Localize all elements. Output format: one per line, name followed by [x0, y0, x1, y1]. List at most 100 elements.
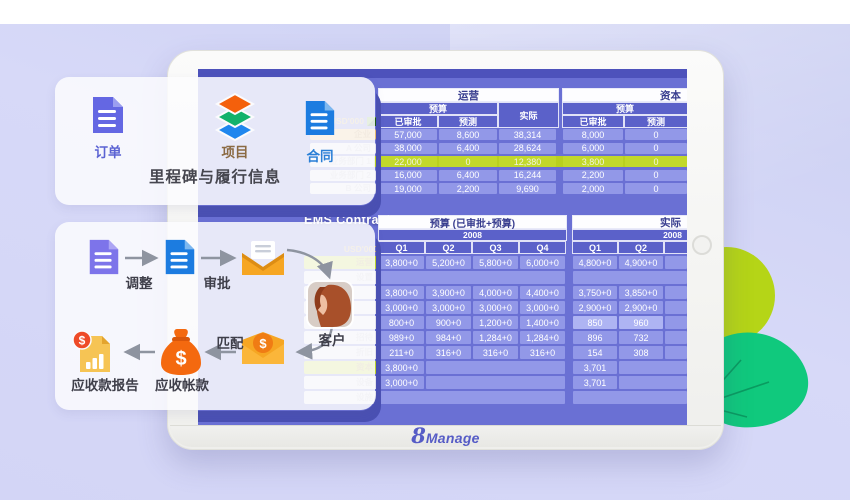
table-cell[interactable]: 38,000	[379, 143, 437, 154]
table-cell[interactable]	[619, 361, 687, 374]
table-cell[interactable]: 8,600	[439, 129, 497, 140]
table-cell[interactable]: 3,000+0	[426, 301, 471, 314]
table-cell[interactable]: 57,000	[379, 129, 437, 140]
table-row[interactable]: 3,701	[573, 361, 687, 374]
table-cell[interactable]: 4,800+0	[573, 256, 617, 269]
table-cell[interactable]: 984+0	[426, 331, 471, 344]
table-row[interactable]: 2,0000	[563, 183, 687, 194]
table-cell[interactable]: 2,900+0	[619, 301, 663, 314]
table-cell[interactable]	[573, 271, 687, 284]
table-row[interactable]: 3,750+03,850+0	[573, 286, 687, 299]
table-cell[interactable]	[665, 346, 687, 359]
table-cell[interactable]: 3,850+0	[619, 286, 663, 299]
table-cell[interactable]: 732	[619, 331, 663, 344]
table-cell[interactable]	[665, 256, 687, 269]
table-row[interactable]: 3,800+03,900+04,000+04,400+0	[379, 286, 565, 299]
table-cell[interactable]: 3,000+0	[520, 301, 565, 314]
table-row[interactable]	[573, 271, 687, 284]
table-cell[interactable]: 3,800+0	[379, 256, 424, 269]
table-row[interactable]: 3,000+0	[379, 376, 565, 389]
table-cell[interactable]	[665, 331, 687, 344]
table-cell[interactable]: 308	[619, 346, 663, 359]
table-row[interactable]: 989+0984+01,284+01,284+0	[379, 331, 565, 344]
table-cell[interactable]: 0	[625, 183, 687, 194]
table-cell[interactable]: 3,800+0	[379, 361, 424, 374]
table-cell[interactable]: 896	[573, 331, 617, 344]
table-cell[interactable]: 2,200	[563, 170, 623, 181]
table-cell[interactable]: 900+0	[426, 316, 471, 329]
table-cell[interactable]: 316+0	[473, 346, 518, 359]
table-cell[interactable]: 5,800+0	[473, 256, 518, 269]
table-cell[interactable]: 4,000+0	[473, 286, 518, 299]
table-cell[interactable]: 3,900+0	[426, 286, 471, 299]
table-row[interactable]	[573, 391, 687, 404]
table-cell[interactable]: 9,690	[499, 183, 556, 194]
table-cell[interactable]: 0	[439, 156, 497, 167]
table-row[interactable]: 896732	[573, 331, 687, 344]
table-cell[interactable]	[426, 376, 565, 389]
table-row[interactable]: 3,800+05,200+05,800+06,000+0	[379, 256, 565, 269]
table-row[interactable]: 154308	[573, 346, 687, 359]
table-cell[interactable]: 6,000+0	[520, 256, 565, 269]
table-cell[interactable]: 28,624	[499, 143, 556, 154]
table-cell[interactable]: 5,200+0	[426, 256, 471, 269]
table-cell[interactable]: 0	[625, 143, 687, 154]
table-cell[interactable]: 4,400+0	[520, 286, 565, 299]
table-row[interactable]: 4,800+04,900+0	[573, 256, 687, 269]
table-cell[interactable]: 6,400	[439, 143, 497, 154]
table-cell[interactable]: 211+0	[379, 346, 424, 359]
table-cell[interactable]: 1,200+0	[473, 316, 518, 329]
table-cell[interactable]: 0	[625, 129, 687, 140]
table-row[interactable]: 16,0006,40016,244	[379, 170, 556, 181]
table-cell[interactable]: 12,380	[499, 156, 556, 167]
table-cell[interactable]: 1,284+0	[473, 331, 518, 344]
table-row[interactable]: 6,0000	[563, 143, 687, 154]
table-cell[interactable]: 3,800+0	[379, 286, 424, 299]
table-cell[interactable]	[665, 316, 687, 329]
table-cell[interactable]: 3,800	[563, 156, 623, 167]
table-cell[interactable]: 3,000+0	[379, 301, 424, 314]
table-row[interactable]	[379, 271, 565, 284]
table-cell[interactable]	[379, 391, 565, 404]
table-cell[interactable]: 16,244	[499, 170, 556, 181]
table-cell[interactable]: 16,000	[379, 170, 437, 181]
table-row[interactable]: 850960	[573, 316, 687, 329]
table-cell[interactable]: 19,000	[379, 183, 437, 194]
table-cell[interactable]: 6,400	[439, 170, 497, 181]
table-cell[interactable]: 0	[625, 156, 687, 167]
table-cell[interactable]	[665, 286, 687, 299]
table-row[interactable]: 800+0900+01,200+01,400+0	[379, 316, 565, 329]
table-cell[interactable]: 2,900+0	[573, 301, 617, 314]
table-cell[interactable]: 2,000	[563, 183, 623, 194]
table-cell[interactable]: 3,701	[573, 361, 617, 374]
table-cell[interactable]: 1,400+0	[520, 316, 565, 329]
table-cell[interactable]: 0	[625, 170, 687, 181]
table-cell[interactable]: 4,900+0	[619, 256, 663, 269]
table-row[interactable]: 3,8000	[563, 156, 687, 167]
table-row[interactable]: 57,0008,60038,314	[379, 129, 556, 140]
table-cell[interactable]: 3,701	[573, 376, 617, 389]
table-cell[interactable]: 989+0	[379, 331, 424, 344]
table-cell[interactable]: 22,000	[379, 156, 437, 167]
table-cell[interactable]: 316+0	[426, 346, 471, 359]
table-row[interactable]: 3,000+03,000+03,000+03,000+0	[379, 301, 565, 314]
table-cell[interactable]	[379, 271, 565, 284]
table-row[interactable]: 2,900+02,900+0	[573, 301, 687, 314]
table-cell[interactable]: 316+0	[520, 346, 565, 359]
table-row[interactable]: 8,0000	[563, 129, 687, 140]
table-cell[interactable]: 1,284+0	[520, 331, 565, 344]
table-row[interactable]: 211+0316+0316+0316+0	[379, 346, 565, 359]
table-cell[interactable]: 38,314	[499, 129, 556, 140]
table-cell[interactable]: 800+0	[379, 316, 424, 329]
table-cell[interactable]: 3,000+0	[379, 376, 424, 389]
table-cell[interactable]: 154	[573, 346, 617, 359]
table-row[interactable]: 38,0006,40028,624	[379, 143, 556, 154]
table-row[interactable]: 3,800+0	[379, 361, 565, 374]
table-cell[interactable]: 2,200	[439, 183, 497, 194]
table-cell[interactable]: 8,000	[563, 129, 623, 140]
table-row[interactable]: 2,2000	[563, 170, 687, 181]
table-cell[interactable]: 3,000+0	[473, 301, 518, 314]
table-cell[interactable]: 850	[573, 316, 617, 329]
table-cell[interactable]: 3,750+0	[573, 286, 617, 299]
table-cell[interactable]	[665, 301, 687, 314]
